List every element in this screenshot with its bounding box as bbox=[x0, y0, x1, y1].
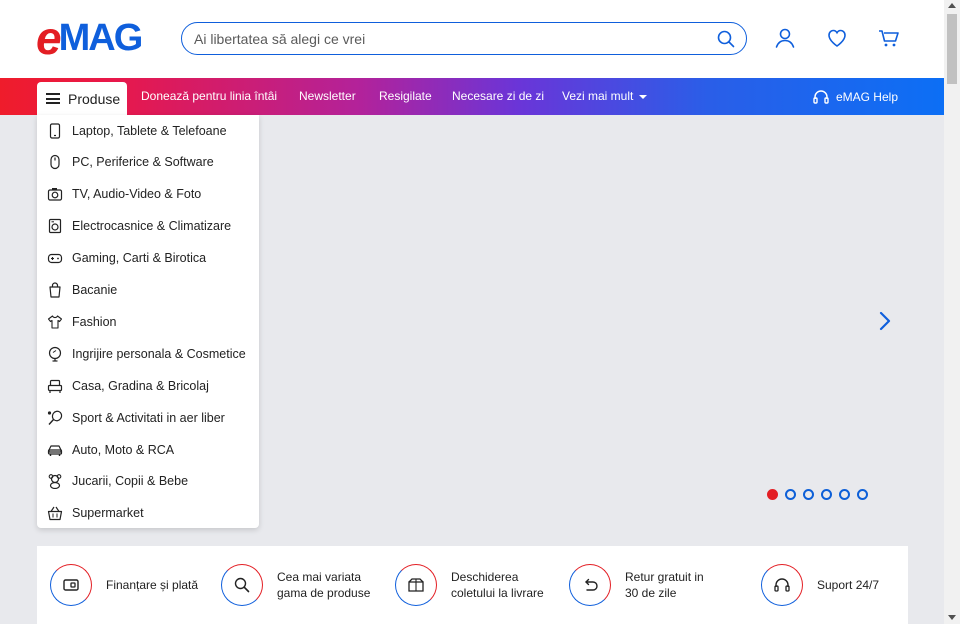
carousel-dot[interactable] bbox=[767, 489, 778, 500]
nav-link-necesare[interactable]: Necesare zi de zi bbox=[452, 78, 544, 115]
feature-label: Deschiderea coletului la livrare bbox=[451, 570, 544, 600]
carousel-dot[interactable] bbox=[821, 489, 832, 500]
category-menu: Laptop, Tablete & Telefoane PC, Periferic… bbox=[37, 115, 259, 528]
menu-item[interactable]: Electrocasnice & Climatizare bbox=[37, 211, 259, 242]
menu-item[interactable]: Fashion bbox=[37, 306, 259, 337]
menu-item[interactable]: Casa, Gradina & Bricolaj bbox=[37, 370, 259, 401]
menu-item-label: Fashion bbox=[72, 314, 117, 329]
nav-link-resigilate[interactable]: Resigilate bbox=[379, 78, 432, 115]
shopping-bag-icon bbox=[47, 282, 63, 298]
menu-item[interactable]: Ingrijire personala & Cosmetice bbox=[37, 338, 259, 369]
menu-item-label: Auto, Moto & RCA bbox=[72, 442, 175, 457]
heart-icon[interactable] bbox=[825, 26, 849, 50]
menu-item-label: Jucarii, Copii & Bebe bbox=[72, 474, 189, 489]
nav-link-more[interactable]: Vezi mai mult bbox=[562, 78, 647, 115]
feature-label: Suport 24/7 bbox=[817, 578, 880, 592]
card-icon bbox=[50, 564, 92, 606]
search-bar bbox=[181, 22, 747, 55]
nav-link-newsletter[interactable]: Newsletter bbox=[299, 78, 356, 115]
logo-mag: MAG bbox=[58, 17, 144, 59]
feature-item[interactable]: Finanțare și plată bbox=[50, 564, 198, 606]
menu-item[interactable]: Laptop, Tablete & Telefoane bbox=[37, 115, 259, 146]
menu-item-label: Gaming, Carti & Birotica bbox=[72, 251, 207, 266]
menu-item[interactable]: Gaming, Carti & Birotica bbox=[37, 243, 259, 274]
feature-item[interactable]: Cea mai variata gama de produse bbox=[221, 564, 370, 606]
products-menu-button[interactable]: Produse bbox=[37, 82, 127, 115]
scroll-down-arrow-icon[interactable] bbox=[948, 615, 956, 620]
box-icon bbox=[395, 564, 437, 606]
header: e MAG bbox=[0, 0, 944, 78]
racket-icon bbox=[47, 410, 63, 426]
carousel-dot[interactable] bbox=[785, 489, 796, 500]
mouse-icon bbox=[47, 154, 63, 170]
tshirt-icon bbox=[47, 314, 63, 330]
scrollbar-thumb[interactable] bbox=[947, 14, 957, 84]
carousel-dot[interactable] bbox=[803, 489, 814, 500]
caret-down-icon bbox=[638, 94, 647, 99]
menu-item[interactable]: TV, Audio-Video & Foto bbox=[37, 179, 259, 210]
hamburger-icon bbox=[46, 93, 60, 104]
menu-item-label: Ingrijire personala & Cosmetice bbox=[72, 346, 246, 361]
menu-item-label: TV, Audio-Video & Foto bbox=[72, 187, 202, 202]
feature-item[interactable]: Deschiderea coletului la livrare bbox=[395, 564, 544, 606]
menu-item[interactable]: Auto, Moto & RCA bbox=[37, 434, 259, 465]
menu-item[interactable]: Jucarii, Copii & Bebe bbox=[37, 466, 259, 497]
scrollbar[interactable] bbox=[944, 0, 960, 624]
products-label: Produse bbox=[68, 90, 121, 107]
menu-item-label: Supermarket bbox=[72, 506, 144, 521]
features-bar: Finanțare și plată Cea mai variata gama d… bbox=[37, 546, 908, 624]
armchair-icon bbox=[47, 378, 63, 394]
return-icon bbox=[569, 564, 611, 606]
nav-more-label: Vezi mai mult bbox=[562, 89, 634, 103]
account-icon[interactable] bbox=[773, 26, 797, 50]
car-icon bbox=[47, 442, 63, 458]
feature-label: Retur gratuit in 30 de zile bbox=[625, 570, 704, 600]
menu-item[interactable]: Supermarket bbox=[37, 498, 259, 529]
gamepad-icon bbox=[47, 250, 63, 266]
menu-item[interactable]: PC, Periferice & Software bbox=[37, 147, 259, 178]
carousel-dot[interactable] bbox=[857, 489, 868, 500]
carousel-next-arrow-icon[interactable] bbox=[876, 310, 894, 332]
menu-item-label: Casa, Gradina & Bricolaj bbox=[72, 378, 209, 393]
cart-icon[interactable] bbox=[877, 26, 901, 50]
help-label: eMAG Help bbox=[835, 89, 898, 104]
headset-icon bbox=[761, 564, 803, 606]
nav-link-donate[interactable]: Donează pentru linia întâi bbox=[141, 78, 277, 115]
feature-label: Finanțare și plată bbox=[106, 578, 199, 592]
nav-bar: Produse Donează pentru linia întâi Newsl… bbox=[0, 78, 944, 115]
feature-item[interactable]: Retur gratuit in 30 de zile bbox=[569, 564, 704, 606]
camera-icon bbox=[47, 186, 63, 202]
teddy-bear-icon bbox=[47, 473, 63, 490]
menu-item-label: Laptop, Tablete & Telefoane bbox=[72, 123, 227, 138]
help-link[interactable]: eMAG Help bbox=[812, 78, 898, 115]
basket-icon bbox=[47, 505, 63, 521]
mirror-icon bbox=[47, 346, 63, 362]
menu-item-label: Bacanie bbox=[72, 283, 118, 297]
menu-item-label: Sport & Activitati in aer liber bbox=[72, 410, 225, 425]
scroll-up-arrow-icon[interactable] bbox=[948, 3, 956, 8]
search-icon bbox=[221, 564, 263, 606]
phone-icon bbox=[47, 122, 63, 139]
carousel-dot[interactable] bbox=[839, 489, 850, 500]
menu-item-label: Electrocasnice & Climatizare bbox=[72, 219, 232, 234]
logo-e: e bbox=[36, 12, 62, 64]
search-input[interactable] bbox=[194, 29, 694, 49]
search-icon[interactable] bbox=[716, 29, 736, 49]
feature-item[interactable]: Suport 24/7 bbox=[761, 564, 879, 606]
washing-machine-icon bbox=[47, 218, 63, 234]
menu-item-label: PC, Periferice & Software bbox=[72, 155, 214, 170]
carousel-dots bbox=[767, 489, 875, 501]
headset-icon bbox=[813, 89, 829, 104]
emag-logo[interactable]: e MAG bbox=[36, 12, 144, 64]
menu-item[interactable]: Bacanie bbox=[37, 275, 259, 306]
menu-item[interactable]: Sport & Activitati in aer liber bbox=[37, 402, 259, 433]
feature-label: Cea mai variata gama de produse bbox=[277, 570, 371, 600]
